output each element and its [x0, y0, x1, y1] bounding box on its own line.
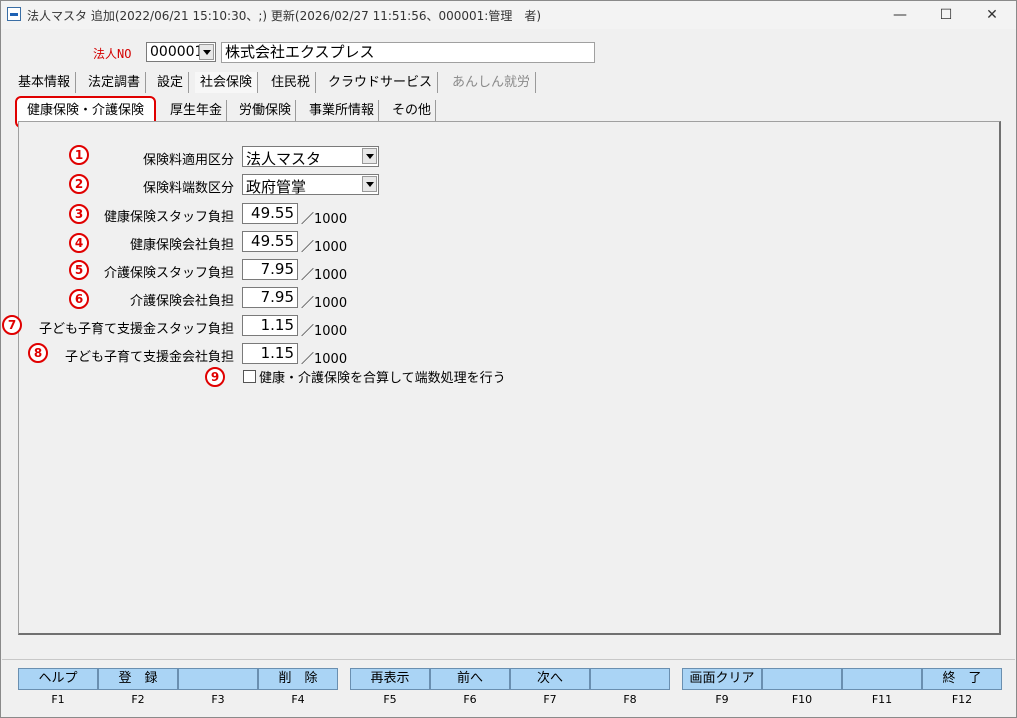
f1-help-button[interactable]: ヘルプ	[18, 668, 98, 690]
subtab-labor-insurance[interactable]: 労働保険	[235, 100, 297, 122]
chevron-down-icon[interactable]	[362, 148, 377, 164]
number-badge: 4	[69, 233, 89, 253]
combine-rounding-label: 健康・介護保険を合算して端数処理を行う	[259, 371, 506, 386]
f11-button[interactable]	[842, 668, 922, 690]
minimize-button[interactable]: —	[877, 1, 923, 29]
fkey-label: F5	[383, 693, 397, 706]
close-button[interactable]: ✕	[969, 1, 1015, 29]
fkey-label: F3	[211, 693, 225, 706]
field-label: 健康保険スタッフ負担	[103, 210, 234, 225]
field-label: 子ども子育て支援金スタッフ負担	[38, 322, 234, 337]
f2-register-button[interactable]: 登 録	[98, 668, 178, 690]
care-company-rate-input[interactable]: 7.95	[242, 287, 298, 308]
unit-label: ／1000	[301, 352, 348, 367]
unit-label: ／1000	[301, 268, 348, 283]
number-badge: 6	[69, 289, 89, 309]
field-label: 保険料端数区分	[142, 181, 234, 196]
app-icon	[7, 7, 21, 21]
child-support-staff-rate-input[interactable]: 1.15	[242, 315, 298, 336]
number-badge: 7	[2, 315, 22, 335]
tab-basic-info[interactable]: 基本情報	[13, 72, 77, 93]
fkey-label: F2	[131, 693, 145, 706]
f3-button[interactable]	[178, 668, 258, 690]
field-label: 介護保険スタッフ負担	[103, 266, 234, 281]
f6-previous-button[interactable]: 前へ	[430, 668, 510, 690]
field-label: 保険料適用区分	[142, 153, 234, 168]
f12-exit-button[interactable]: 終 了	[922, 668, 1002, 690]
tab-legal-report[interactable]: 法定調書	[83, 72, 147, 93]
tab-anshin-shuro: あんしん就労	[447, 72, 537, 93]
field-label: 介護保険会社負担	[129, 294, 234, 309]
window-title: 法人マスタ 追加(2022/06/21 15:10:30、;) 更新(2026/…	[27, 9, 541, 23]
field-label: 健康保険会社負担	[129, 238, 234, 253]
subtab-pension[interactable]: 厚生年金	[166, 100, 228, 122]
unit-label: ／1000	[301, 240, 348, 255]
corp-master-window: 法人マスタ 追加(2022/06/21 15:10:30、;) 更新(2026/…	[0, 0, 1017, 718]
f10-button[interactable]	[762, 668, 842, 690]
subtab-other[interactable]: その他	[388, 100, 437, 122]
number-badge: 3	[69, 204, 89, 224]
fkey-label: F8	[623, 693, 637, 706]
fkey-label: F4	[291, 693, 305, 706]
child-support-company-rate-input[interactable]: 1.15	[242, 343, 298, 364]
health-company-rate-input[interactable]: 49.55	[242, 231, 298, 252]
health-staff-rate-input[interactable]: 49.55	[242, 203, 298, 224]
fkey-label: F10	[791, 693, 813, 706]
f4-delete-button[interactable]: 削 除	[258, 668, 338, 690]
maximize-button[interactable]: ☐	[923, 1, 969, 29]
corp-no-select[interactable]: 000001	[146, 42, 216, 62]
chevron-down-icon[interactable]	[362, 176, 377, 192]
fkey-label: F12	[951, 693, 973, 706]
corp-no-label: 法人NO	[93, 47, 132, 61]
fkey-label: F7	[543, 693, 557, 706]
number-badge: 2	[69, 174, 89, 194]
content-panel	[18, 121, 1001, 635]
unit-label: ／1000	[301, 324, 348, 339]
tab-settings[interactable]: 設定	[152, 72, 190, 93]
tab-social-insurance[interactable]: 社会保険	[195, 72, 259, 93]
corp-no-value: 000001	[150, 44, 204, 60]
fkey-label: F11	[871, 693, 893, 706]
number-badge: 8	[28, 343, 48, 363]
number-badge: 5	[69, 260, 89, 280]
unit-label: ／1000	[301, 212, 348, 227]
unit-label: ／1000	[301, 296, 348, 311]
chevron-down-icon[interactable]	[199, 44, 214, 60]
f8-button[interactable]	[590, 668, 670, 690]
number-badge: 9	[205, 367, 225, 387]
care-staff-rate-input[interactable]: 7.95	[242, 259, 298, 280]
premium-application-value: 法人マスタ	[246, 150, 322, 168]
title-bar: 法人マスタ 追加(2022/06/21 15:10:30、;) 更新(2026/…	[1, 1, 1016, 29]
premium-rounding-select[interactable]: 政府管掌	[242, 174, 379, 196]
fkey-label: F1	[51, 693, 65, 706]
combine-rounding-checkbox[interactable]	[243, 370, 256, 383]
premium-application-select[interactable]: 法人マスタ	[242, 146, 379, 168]
divider	[2, 659, 1015, 660]
f9-clear-screen-button[interactable]: 画面クリア	[682, 668, 762, 690]
f5-refresh-button[interactable]: 再表示	[350, 668, 430, 690]
tab-resident-tax[interactable]: 住民税	[266, 72, 317, 93]
premium-rounding-value: 政府管掌	[246, 178, 307, 196]
fkey-label: F9	[715, 693, 729, 706]
subtab-office-info[interactable]: 事業所情報	[305, 100, 380, 122]
number-badge: 1	[69, 145, 89, 165]
f7-next-button[interactable]: 次へ	[510, 668, 590, 690]
field-label: 子ども子育て支援金会社負担	[64, 350, 234, 365]
corp-name-field[interactable]: 株式会社エクスプレス	[221, 42, 595, 63]
fkey-label: F6	[463, 693, 477, 706]
tab-cloud-service[interactable]: クラウドサービス	[323, 72, 439, 93]
